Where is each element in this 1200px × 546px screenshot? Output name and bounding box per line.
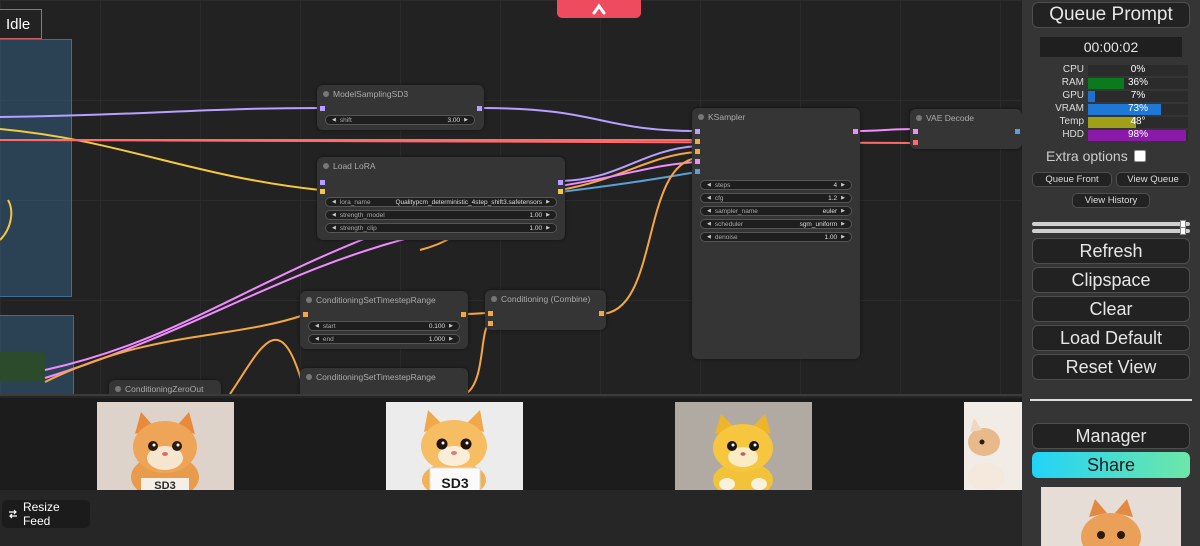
increment-icon[interactable]: ▶	[841, 208, 845, 214]
slider-handle[interactable]	[1180, 227, 1186, 235]
sign-text: SD3	[441, 475, 468, 490]
node-conditioning-zero-out[interactable]: ConditioningZeroOut	[109, 380, 221, 394]
widget-sampler-name[interactable]: ◀ sampler_name euler ▶	[700, 206, 852, 216]
reset-view-button[interactable]: Reset View	[1032, 354, 1190, 380]
share-button[interactable]: Share	[1032, 452, 1190, 478]
preview-image[interactable]	[1041, 487, 1181, 546]
monitor-cpu: CPU 0%	[1032, 64, 1192, 77]
monitor-vram: VRAM 73%	[1032, 103, 1192, 116]
widget-end[interactable]: ◀ end 1.000 ▶	[308, 334, 460, 344]
widget-cfg[interactable]: ◀ cfg 1.2 ▶	[700, 193, 852, 203]
node-vae-decode[interactable]: VAE Decode	[910, 109, 1022, 149]
widget-shift[interactable]: ◀ shift 3.00 ▶	[325, 115, 475, 125]
resize-feed-button[interactable]: Resize Feed	[2, 500, 90, 528]
status-indicator: Idle	[0, 9, 42, 39]
cat-figure-image	[675, 402, 812, 490]
view-queue-button[interactable]: View Queue	[1116, 172, 1190, 187]
feed-image[interactable]	[964, 402, 1022, 490]
monitor-label: VRAM	[1055, 103, 1084, 114]
increment-icon[interactable]: ▶	[546, 212, 550, 218]
chevron-up-icon	[592, 3, 606, 15]
monitor-value: 0%	[1130, 64, 1146, 75]
monitor-label: CPU	[1062, 64, 1084, 75]
increment-icon[interactable]: ▶	[546, 199, 550, 205]
resize-feed-label: Resize Feed	[22, 500, 60, 528]
execution-timer: 00:00:02	[1040, 37, 1182, 57]
slider-1[interactable]	[1032, 220, 1190, 228]
increment-icon[interactable]: ▶	[841, 221, 845, 227]
image-feed: SD3 SD3 Resize Feed	[0, 394, 1022, 546]
widget-strength-clip[interactable]: ◀ strength_clip 1.00 ▶	[325, 223, 557, 233]
node-title: ConditioningSetTimestepRange	[300, 291, 468, 309]
node-title: ConditioningZeroOut	[109, 380, 221, 394]
widget-scheduler[interactable]: ◀ scheduler sgm_uniform ▶	[700, 219, 852, 229]
clipspace-button[interactable]: Clipspace	[1032, 267, 1190, 293]
increment-icon[interactable]: ▶	[841, 234, 845, 240]
node-load-lora[interactable]: Load LoRA ◀ lora_name Qualitypcm_determi…	[317, 157, 565, 240]
queue-front-button[interactable]: Queue Front	[1032, 172, 1112, 187]
increment-icon[interactable]: ▶	[841, 195, 845, 201]
increment-icon[interactable]: ▶	[449, 323, 453, 329]
node-conditioning-set-timestep-range-1[interactable]: ConditioningSetTimestepRange ◀ start 0.1…	[300, 291, 468, 349]
extra-options-label: Extra options	[1046, 148, 1128, 164]
image-feed-strip[interactable]: SD3 SD3	[0, 398, 1022, 490]
manager-button[interactable]: Manager	[1032, 423, 1190, 449]
slider-2[interactable]	[1032, 227, 1190, 235]
widget-lora-name[interactable]: ◀ lora_name Qualitypcm_deterministic_4st…	[325, 197, 557, 207]
monitor-gpu: GPU 7%	[1032, 90, 1192, 103]
cat-figure-image: SD3	[131, 412, 199, 490]
cat-figure-image: SD3	[421, 410, 487, 490]
widget-denoise[interactable]: ◀ denoise 1.00 ▶	[700, 232, 852, 242]
node-graph-canvas[interactable]: ModelSamplingSD3 ◀ shift 3.00 ▶ Load LoR…	[0, 0, 1022, 394]
node-ksampler[interactable]: KSampler ◀ steps 4 ▶ ◀ cfg 1.2 ▶ ◀ sampl…	[692, 108, 860, 359]
feed-image[interactable]	[675, 402, 812, 490]
node-model-sampling-sd3[interactable]: ModelSamplingSD3 ◀ shift 3.00 ▶	[317, 85, 484, 130]
node-conditioning-combine[interactable]: Conditioning (Combine)	[485, 290, 606, 330]
panel-divider	[1030, 399, 1192, 401]
node-title: ConditioningSetTimestepRange	[300, 368, 468, 386]
extra-options-toggle[interactable]: Extra options	[1046, 148, 1146, 164]
node-conditioning-set-timestep-range-2[interactable]: ConditioningSetTimestepRange	[300, 368, 468, 394]
refresh-button[interactable]: Refresh	[1032, 238, 1190, 264]
feed-image[interactable]: SD3	[97, 402, 234, 490]
node-title: Load LoRA	[317, 157, 565, 175]
clear-button[interactable]: Clear	[1032, 296, 1190, 322]
node-title: KSampler	[692, 108, 860, 126]
widget-strength-model[interactable]: ◀ strength_model 1.00 ▶	[325, 210, 557, 220]
monitor-value: 48°	[1130, 116, 1146, 127]
monitor-label: Temp	[1059, 116, 1084, 127]
increment-icon[interactable]: ▶	[546, 225, 550, 231]
monitor-label: GPU	[1062, 90, 1084, 101]
monitor-ram: RAM 36%	[1032, 77, 1192, 90]
resize-arrows-icon	[8, 509, 17, 519]
menu-panel: Queue Prompt 00:00:02 CPU 0% RAM 36% GPU 7% VR…	[1022, 0, 1200, 546]
cat-figure-image	[968, 418, 1004, 490]
node-title: ModelSamplingSD3	[317, 85, 484, 103]
monitor-hdd: HDD 98%	[1032, 129, 1192, 142]
load-default-button[interactable]: Load Default	[1032, 325, 1190, 351]
monitor-label: HDD	[1062, 129, 1084, 140]
view-history-button[interactable]: View History	[1072, 193, 1150, 208]
monitor-label: RAM	[1061, 77, 1084, 88]
monitor-value: 36%	[1127, 77, 1148, 88]
increment-icon[interactable]: ▶	[841, 182, 845, 188]
monitor-value: 7%	[1130, 90, 1146, 101]
increment-icon[interactable]: ▶	[464, 117, 468, 123]
queue-prompt-button[interactable]: Queue Prompt	[1032, 2, 1190, 28]
monitor-value: 73%	[1127, 103, 1148, 114]
cat-figure-image	[1081, 499, 1141, 546]
widget-start[interactable]: ◀ start 0.100 ▶	[308, 321, 460, 331]
top-menu-toggle[interactable]	[557, 0, 641, 18]
increment-icon[interactable]: ▶	[449, 336, 453, 342]
node-title: Conditioning (Combine)	[485, 290, 606, 308]
widget-steps[interactable]: ◀ steps 4 ▶	[700, 180, 852, 190]
monitor-value: 98%	[1127, 129, 1148, 140]
sign-text: SD3	[154, 480, 175, 490]
node-title: VAE Decode	[910, 109, 1022, 127]
feed-image[interactable]: SD3	[386, 402, 523, 490]
monitor-temp: Temp 48°	[1032, 116, 1192, 129]
extra-options-checkbox[interactable]	[1133, 150, 1146, 162]
